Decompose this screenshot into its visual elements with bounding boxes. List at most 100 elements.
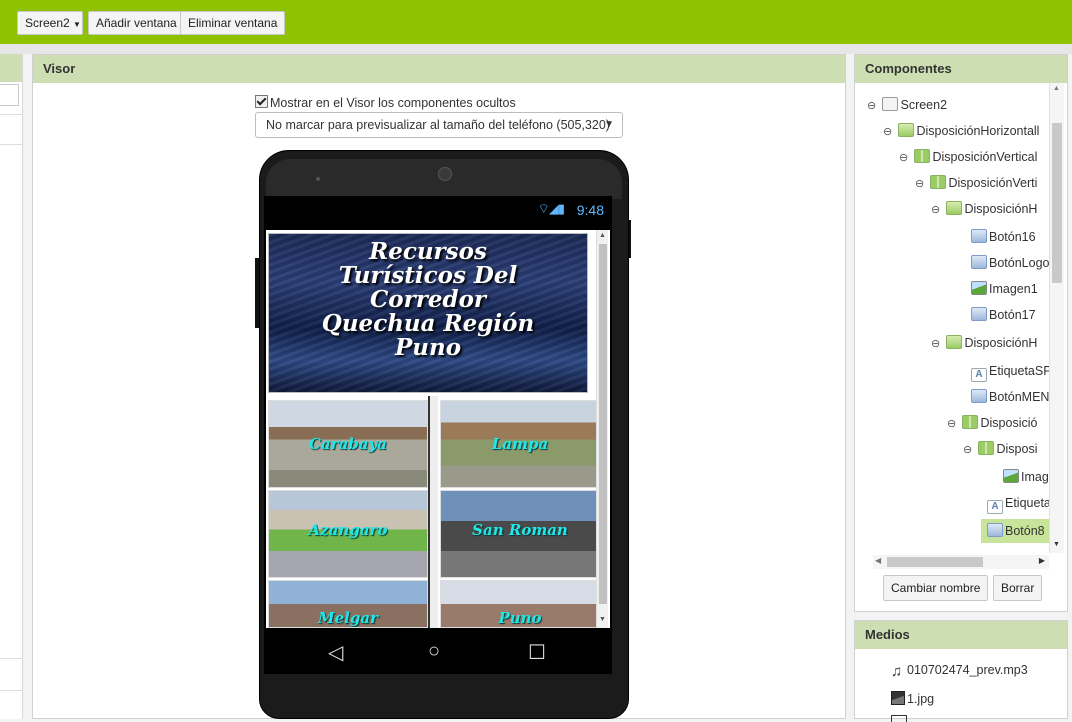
tree-node-label: EtiquetaSP — [989, 364, 1049, 378]
button-icon — [987, 523, 1003, 537]
tree-node[interactable]: ⊖ Disposi — [963, 439, 1037, 459]
tree-node-label: Botón16 — [989, 230, 1036, 244]
top-toolbar: Screen2 ▼ Añadir ventana Eliminar ventan… — [0, 0, 1072, 44]
collapse-icon[interactable]: ⊖ — [883, 122, 895, 142]
banner-line: Corredor — [369, 286, 487, 313]
collapse-icon[interactable]: ⊖ — [915, 174, 927, 194]
tile-carabaya-button[interactable]: Carabaya — [268, 400, 428, 488]
scroll-thumb[interactable] — [1052, 123, 1062, 283]
tree-node[interactable]: BotónLogo — [971, 253, 1049, 273]
tree-node[interactable]: Imag — [1003, 467, 1049, 487]
components-tree: ⊖ Screen2 ⊖ DisposiciónHorizontall ⊖ Dis… — [855, 83, 1049, 553]
tree-node[interactable]: Botón17 — [971, 305, 1036, 325]
tree-node[interactable]: A Etiqueta — [987, 493, 1049, 514]
banner-title: Recursos Turísticos Del Corredor Quechua… — [269, 240, 587, 360]
banner-line: Puno — [394, 334, 462, 361]
status-time: 9:48 — [576, 202, 604, 218]
scroll-thumb[interactable] — [599, 244, 607, 604]
image-icon — [971, 281, 987, 295]
show-hidden-row[interactable]: Mostrar en el Visor los componentes ocul… — [255, 95, 516, 110]
remove-window-button[interactable]: Eliminar ventana — [180, 11, 286, 35]
app-scrollbar[interactable]: ▲ ▼ — [596, 230, 608, 628]
tree-node-label: Screen2 — [900, 98, 948, 112]
tree-node[interactable]: A EtiquetaSP — [971, 361, 1049, 382]
tree-node-label: DisposiciónH — [964, 336, 1038, 350]
scroll-right-icon[interactable]: ▶ — [1039, 556, 1045, 565]
back-icon[interactable]: ◁ — [328, 640, 343, 665]
tile-azangaro-button[interactable]: Azangaro — [268, 490, 428, 578]
palette-search-input[interactable] — [0, 84, 19, 106]
rename-button[interactable]: Cambiar nombre — [883, 575, 989, 601]
tree-node[interactable]: BotónMEN — [971, 387, 1049, 407]
tree-node-label: BotónMEN — [989, 390, 1049, 404]
tile-melgar-button[interactable]: Melgar — [268, 580, 428, 628]
button-icon — [971, 229, 987, 243]
button-icon — [971, 307, 987, 321]
scroll-thumb[interactable] — [887, 557, 983, 567]
tree-horizontal-scrollbar[interactable]: ◀ ▶ — [873, 555, 1049, 569]
tree-node[interactable]: ⊖ DisposiciónH — [931, 199, 1037, 219]
media-item-name: 1.jpg — [907, 692, 935, 706]
collapse-icon[interactable]: ⊖ — [931, 200, 943, 220]
screen-select-label: Screen2 — [25, 16, 70, 30]
button-icon — [971, 389, 987, 403]
tree-node-label: BotónLogo — [989, 256, 1049, 270]
recent-apps-icon[interactable]: ☐ — [528, 640, 546, 665]
tile-puno-button[interactable]: Puno — [440, 580, 600, 628]
scroll-up-icon[interactable]: ▲ — [599, 232, 606, 239]
dropdown-arrow-icon: ▼ — [73, 20, 81, 29]
camera-icon — [438, 167, 452, 181]
wifi-signal-battery-icon: ⌔◢▮ — [537, 201, 565, 216]
tree-vertical-scrollbar[interactable]: ▲ ▼ — [1049, 83, 1064, 553]
horizontal-arrangement-icon — [898, 123, 915, 137]
tree-node-label: Disposició — [980, 416, 1038, 430]
screen-icon — [882, 97, 899, 111]
button-icon — [971, 255, 987, 269]
scroll-down-icon[interactable]: ▼ — [599, 616, 606, 623]
sensor-dot — [316, 177, 320, 181]
screen-select-button[interactable]: Screen2 ▼ — [17, 11, 83, 35]
label-icon: A — [971, 368, 987, 382]
tree-node[interactable]: ⊖ DisposiciónVerti — [915, 173, 1037, 193]
divider — [0, 144, 22, 145]
banner-line: Quechua Región — [321, 310, 535, 337]
tile-label: San Roman — [472, 521, 568, 539]
tree-node[interactable]: ⊖ DisposiciónVertical — [899, 147, 1037, 167]
collapse-icon[interactable]: ⊖ — [899, 148, 911, 168]
tile-lampa-button[interactable]: Lampa — [440, 400, 600, 488]
collapse-icon[interactable]: ⊖ — [867, 96, 879, 116]
preview-size-select[interactable]: No marcar para previsualizar al tamaño d… — [255, 112, 623, 138]
collapse-icon[interactable]: ⊖ — [931, 334, 943, 354]
collapse-icon[interactable]: ⊖ — [963, 440, 975, 460]
scroll-down-icon[interactable]: ▼ — [1053, 541, 1060, 548]
show-hidden-checkbox[interactable] — [255, 95, 268, 108]
delete-button[interactable]: Borrar — [993, 575, 1043, 601]
tree-node[interactable]: Botón16 — [971, 227, 1036, 247]
scroll-up-icon[interactable]: ▲ — [1053, 85, 1060, 92]
tree-node[interactable]: ⊖ DisposiciónH — [931, 333, 1037, 353]
horizontal-arrangement-icon — [946, 201, 963, 215]
tile-label: Carabaya — [309, 435, 387, 453]
tree-node-label: DisposiciónVerti — [948, 176, 1038, 190]
divider — [0, 114, 22, 115]
preview-size-value: No marcar para previsualizar al tamaño d… — [266, 118, 610, 132]
vertical-arrangement-icon — [930, 175, 947, 189]
media-item[interactable]: ♫ 010702474_prev.mp3 — [891, 663, 1028, 679]
media-item[interactable]: 1.jpg — [891, 691, 934, 706]
tile-san-roman-button[interactable]: San Roman — [440, 490, 600, 578]
home-icon[interactable]: ○ — [428, 640, 440, 663]
tree-node-selected[interactable]: Botón8 — [981, 519, 1049, 543]
tree-node[interactable]: ⊖ DisposiciónHorizontall — [883, 121, 1039, 141]
show-hidden-label: Mostrar en el Visor los componentes ocul… — [270, 96, 516, 110]
tile-divider — [428, 396, 438, 628]
add-window-button[interactable]: Añadir ventana — [88, 11, 185, 35]
tree-node[interactable]: ⊖ Disposició — [947, 413, 1037, 433]
collapse-icon[interactable]: ⊖ — [947, 414, 959, 434]
title-banner-image[interactable]: Recursos Turísticos Del Corredor Quechua… — [268, 233, 588, 393]
palette-header — [0, 54, 22, 82]
banner-line: Turísticos Del — [338, 262, 518, 289]
tree-node-screen2[interactable]: ⊖ Screen2 — [867, 95, 947, 115]
app-content: Recursos Turísticos Del Corredor Quechua… — [266, 230, 610, 628]
tree-node[interactable]: Imagen1 — [971, 279, 1038, 299]
scroll-left-icon[interactable]: ◀ — [875, 556, 881, 565]
